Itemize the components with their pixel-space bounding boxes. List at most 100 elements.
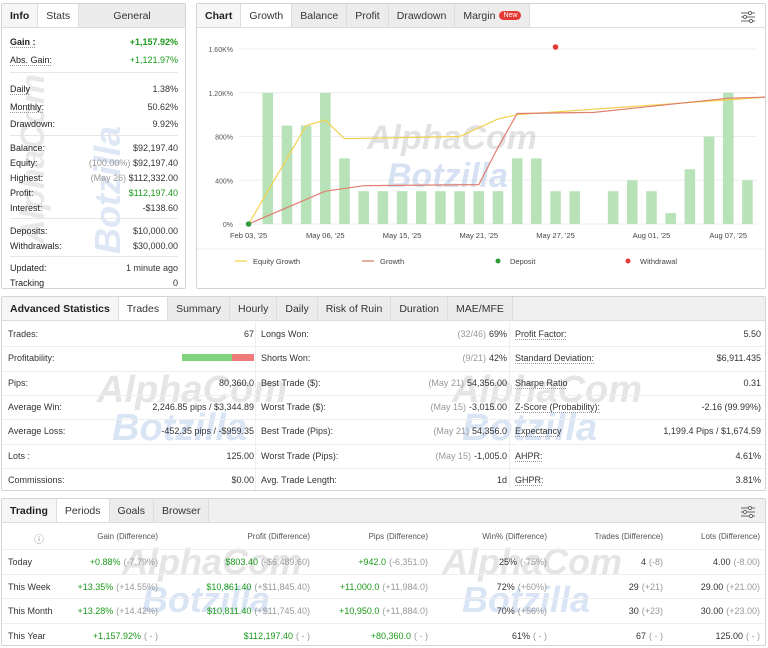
row-divider [2, 598, 765, 599]
period-value: +80,360.0 [370, 630, 411, 641]
tab-profit[interactable]: Profit [347, 4, 389, 27]
equity-value: $92,197.40 [132, 158, 178, 168]
highest-label: Highest: [10, 173, 44, 183]
monthly-value: 50.62% [147, 102, 178, 112]
period-diff: (+$11,745.40) [254, 606, 310, 616]
x-tick-label: Feb 03, '25 [230, 231, 267, 240]
daily-value: 1.38% [152, 84, 178, 94]
interest-row: Interest: -$138.60 [10, 201, 178, 215]
period-value: +10,950.0 [339, 606, 380, 616]
period-cell: $10,811.40 (+$11,745.40) [207, 606, 310, 616]
period-diff: (+56%) [517, 606, 547, 616]
period-value: +13.35% [77, 581, 114, 592]
balance-label: Balance: [10, 143, 46, 153]
profit-value: $112,197.40 [128, 188, 178, 198]
profit-row: Profit: $112,197.40 [10, 186, 178, 200]
tab-daily[interactable]: Daily [277, 297, 318, 320]
tab-general[interactable]: General [79, 4, 185, 27]
x-tick-label: May 06, '25 [306, 231, 345, 240]
absgain-label[interactable]: Abs. Gain: [10, 55, 52, 65]
stat-value: 1d [261, 468, 507, 490]
highest-row: Highest: (May 26) $112,332.00 [10, 171, 178, 185]
trading-settings-icon[interactable] [741, 506, 755, 518]
period-cell: 29.00 (+21.00) [701, 582, 760, 592]
stat-value: (May 21) 54,356.00 [261, 371, 507, 395]
tab-trading[interactable]: Trading [2, 499, 57, 522]
bar [300, 125, 312, 224]
column-header: Win% (Difference) [482, 532, 547, 541]
stat-value-text: 69% [488, 329, 507, 339]
drawdown-value: 9.92% [152, 119, 178, 129]
stat-value: (9/21) 42% [261, 346, 507, 370]
period-value: 70% [496, 606, 515, 616]
stat-value-text: 54,356.0 [471, 426, 507, 437]
tab-duration[interactable]: Duration [391, 297, 449, 320]
column-header: Gain (Difference) [97, 532, 158, 541]
tab-drawdown[interactable]: Drawdown [388, 4, 456, 27]
absgain-row: Abs. Gain: +1,121.97% [10, 53, 178, 67]
period-cell: 125.00( - ) [715, 631, 760, 641]
tab-advanced-statistics[interactable]: Advanced Statistics [2, 297, 119, 320]
col-divider [509, 322, 510, 490]
period-diff: ( - ) [746, 630, 760, 641]
tab-risk-of-ruin[interactable]: Risk of Ruin [317, 297, 392, 320]
tab-growth[interactable]: Growth [241, 4, 293, 27]
stat-pre: (May 21) [428, 377, 464, 388]
period-name: Today [8, 557, 33, 567]
stat-value: $0.00 [231, 474, 254, 485]
stat-value: 2,246.85 pips / $3,344.89 [152, 401, 254, 412]
tab-periods[interactable]: Periods [56, 499, 110, 522]
tab-balance[interactable]: Balance [292, 4, 348, 27]
period-diff: ( - ) [144, 630, 158, 641]
drawdown-label: Drawdown: [10, 119, 56, 129]
bar [511, 158, 523, 224]
stat-value-text: 54,356.00 [466, 377, 507, 388]
legend-label: Withdrawal [640, 257, 677, 266]
tab-chart[interactable]: Chart [197, 4, 242, 27]
tab-summary[interactable]: Summary [168, 297, 231, 320]
column-header: Profit (Difference) [247, 532, 310, 541]
stat-pre: (May 21) [433, 426, 469, 437]
period-diff: (-75%) [519, 557, 547, 567]
equity-pct: (100.00%) [88, 158, 131, 168]
tab-hourly[interactable]: Hourly [230, 297, 278, 320]
period-diff: (+11,984.0) [382, 581, 428, 592]
stat-value: (32/46) 69% [261, 322, 507, 346]
monthly-label[interactable]: Monthly: [10, 102, 44, 112]
legend-dot-2 [495, 258, 501, 264]
bar [665, 213, 676, 224]
stat-pre: (May 15) [435, 450, 471, 461]
highest-date: (May 26) [90, 173, 127, 183]
absgain-value: +1,121.97% [129, 55, 178, 65]
period-cell: 4.00 (-8.00) [713, 557, 760, 567]
x-tick-label: Aug 01, '25 [633, 231, 671, 240]
chart-settings-icon[interactable] [741, 11, 755, 23]
advanced-stats-grid: Trades: 67 Longs Won: (32/46) 69% Profit Fact… [2, 322, 765, 490]
withdrawals-value: $30,000.00 [132, 241, 178, 251]
stat-value-text: -3,015.00 [468, 401, 507, 412]
bar [377, 191, 389, 224]
period-cell: $803.40 (-$6,489.60) [225, 557, 310, 567]
bar [320, 92, 331, 224]
tab-goals[interactable]: Goals [109, 499, 154, 522]
interest-value: -$138.60 [142, 203, 178, 213]
tab-trades[interactable]: Trades [118, 297, 169, 320]
profitability-win [182, 354, 232, 362]
daily-row: Daily 1.38% [10, 82, 178, 96]
daily-label[interactable]: Daily [10, 84, 30, 94]
tab-info[interactable]: Info [2, 4, 39, 27]
withdrawals-label: Withdrawals: [10, 241, 62, 251]
period-value: +1,157.92% [92, 630, 141, 641]
bar [454, 191, 465, 224]
tab-browser[interactable]: Browser [153, 499, 210, 522]
tab-margin[interactable]: Margin New [455, 4, 531, 27]
period-cell: 72% (+60%) [497, 582, 547, 592]
bar [703, 136, 715, 224]
period-diff: (+14.55%) [116, 581, 158, 592]
info-icon[interactable]: ⓘ [34, 531, 44, 546]
period-cell: 30 (+23) [629, 606, 663, 616]
new-badge: New [499, 11, 522, 20]
tab-stats[interactable]: Stats [38, 4, 80, 27]
tab-mae-mfe[interactable]: MAE/MFE [448, 297, 513, 320]
gain-label[interactable]: Gain : [10, 37, 36, 47]
